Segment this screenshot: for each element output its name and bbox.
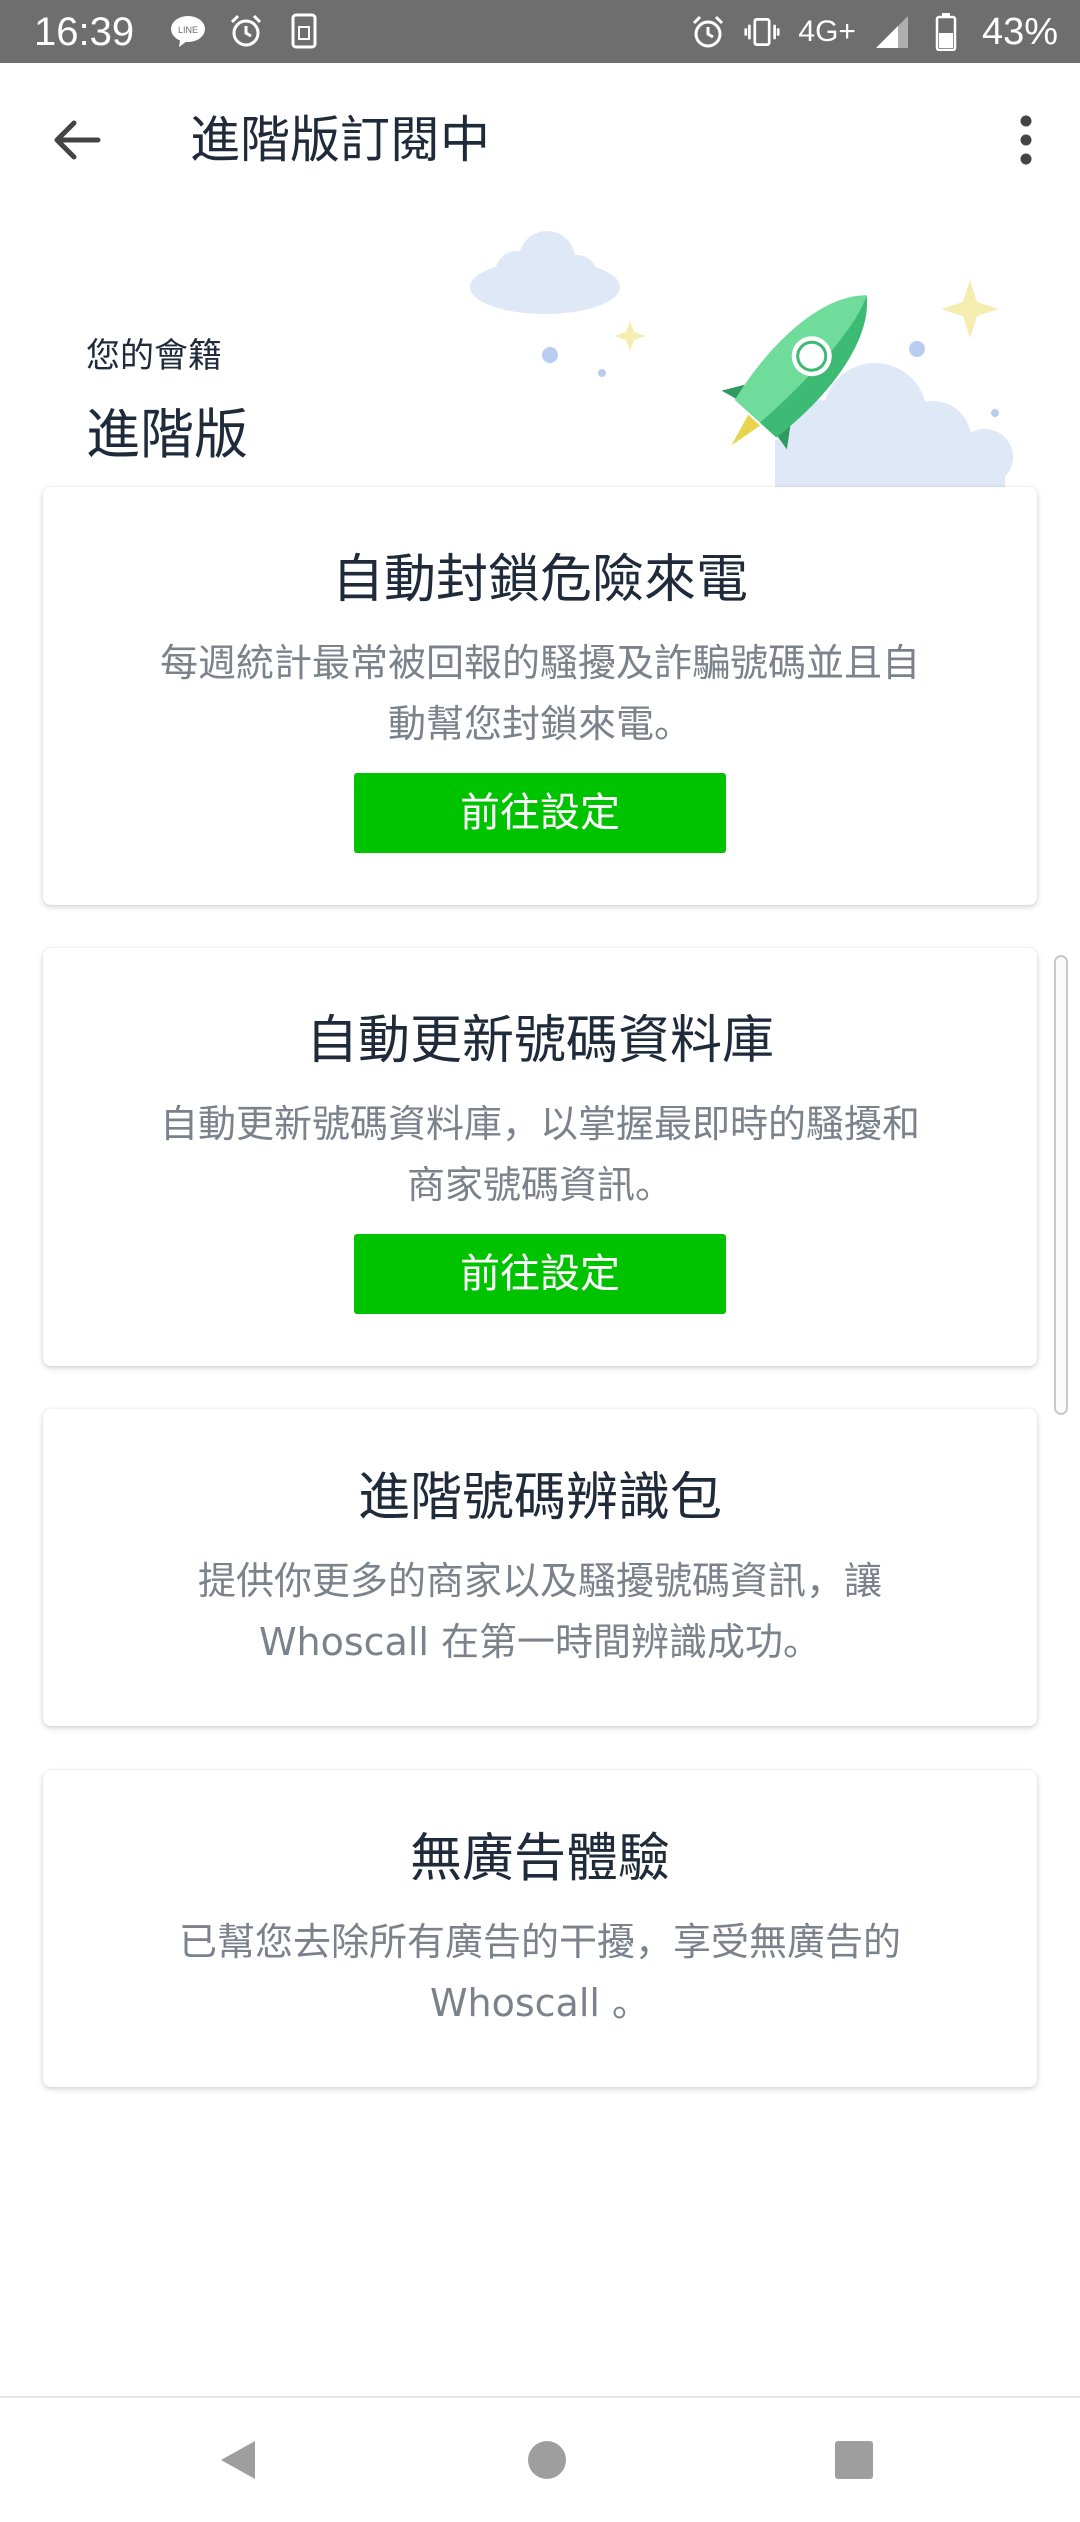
card-description-line: 提供你更多的商家以及騷擾號碼資訊，讓: [197, 1559, 882, 1603]
go-to-settings-button[interactable]: 前往設定: [354, 1234, 726, 1314]
status-bar: 16:39 LINE 4G+ 43%: [0, 0, 1080, 63]
home-circle-icon: [528, 2441, 566, 2479]
sparkle-icon: [615, 321, 645, 351]
arrow-left-icon: [54, 120, 101, 160]
card-description-line: 商家號碼資訊。: [406, 1163, 673, 1207]
nav-home-button[interactable]: [517, 2430, 577, 2490]
more-vert-icon: [1020, 115, 1032, 165]
line-icon: LINE: [170, 13, 206, 49]
more-options-button[interactable]: [996, 104, 1056, 176]
nav-recents-button[interactable]: [824, 2430, 884, 2490]
card-description-line: Whoscall 在第一時間辨識成功。: [258, 1620, 822, 1664]
membership-label: 您的會籍: [86, 336, 222, 376]
signal-icon: [874, 14, 910, 50]
card-description-line: 自動更新號碼資料庫，以掌握最即時的騷擾和: [159, 1102, 920, 1146]
page-title: 進階版訂閱中: [190, 111, 490, 169]
app-bar: 進階版訂閱中: [0, 63, 1080, 211]
feature-card-auto-update: 自動更新號碼資料庫 自動更新號碼資料庫，以掌握最即時的騷擾和 商家號碼資訊。 前…: [43, 948, 1037, 1366]
nav-back-button[interactable]: [208, 2430, 268, 2490]
feature-card-auto-block: 自動封鎖危險來電 每週統計最常被回報的騷擾及詐騙號碼並且自 動幫您封鎖來電。 前…: [43, 487, 1037, 905]
card-description-line: 動幫您封鎖來電。: [387, 702, 692, 746]
card-description-line: Whoscall 。: [429, 1981, 651, 2025]
sparkle-icon: [941, 280, 999, 338]
network-type: 4G+: [798, 15, 856, 48]
system-icons: 4G+ 43%: [690, 8, 1058, 56]
card-title: 無廣告體驗: [409, 1829, 670, 1889]
scrollbar[interactable]: [1054, 955, 1068, 1415]
membership-plan: 進階版: [86, 403, 248, 466]
feature-card-caller-id-pack: 進階號碼辨識包 提供你更多的商家以及騷擾號碼資訊，讓 Whoscall 在第一時…: [43, 1409, 1037, 1726]
card-title: 自動更新號碼資料庫: [305, 1011, 774, 1071]
card-description-line: 每週統計最常被回報的騷擾及詐騙號碼並且自: [159, 641, 920, 685]
go-to-settings-button[interactable]: 前往設定: [354, 773, 726, 853]
navigation-bar: [0, 2396, 1080, 2522]
vibrate-icon: [744, 14, 780, 50]
svg-text:LINE: LINE: [178, 25, 198, 35]
alarm-icon: [690, 14, 726, 50]
rocket-illustration: [470, 231, 1013, 490]
cloud-icon: [470, 231, 620, 314]
notification-icons: LINE: [170, 13, 322, 49]
card-description-line: 已幫您去除所有廣告的干擾，享受無廣告的: [178, 1920, 901, 1964]
status-time: 16:39: [34, 10, 135, 54]
card-title: 進階號碼辨識包: [357, 1468, 722, 1528]
feature-card-ad-free: 無廣告體驗 已幫您去除所有廣告的干擾，享受無廣告的 Whoscall 。: [43, 1770, 1037, 2087]
alarm-icon: [228, 13, 264, 49]
sim-icon: [286, 13, 322, 49]
battery-icon: [928, 13, 964, 51]
back-button[interactable]: [40, 104, 112, 176]
battery-percent: 43%: [981, 11, 1058, 53]
back-triangle-icon: [221, 2441, 255, 2479]
recents-square-icon: [835, 2441, 873, 2479]
card-title: 自動封鎖危險來電: [331, 550, 748, 610]
